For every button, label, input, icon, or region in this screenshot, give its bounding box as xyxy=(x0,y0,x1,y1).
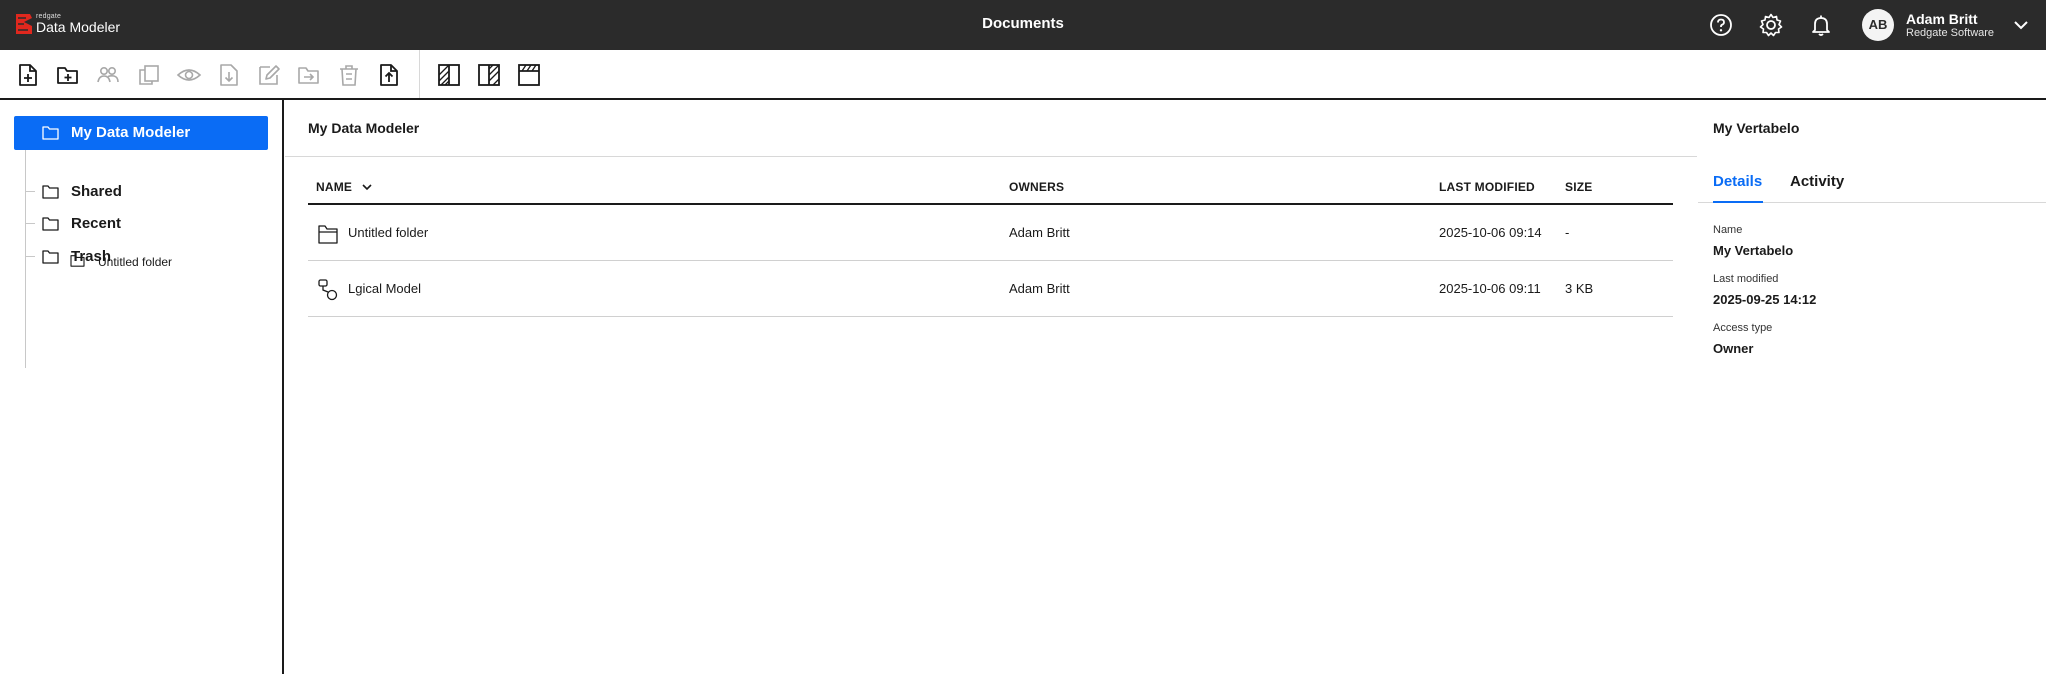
tree-item-label: My Data Modeler xyxy=(71,124,191,141)
user-organization: Redgate Software xyxy=(1906,27,1995,39)
access-type-label: Access type xyxy=(1713,322,1773,334)
column-header-name[interactable]: NAME xyxy=(316,180,352,194)
avatar[interactable]: AB xyxy=(1862,9,1894,41)
layout-left-icon[interactable] xyxy=(436,62,462,88)
tab-activity[interactable]: Activity xyxy=(1790,173,1844,190)
help-icon[interactable] xyxy=(1708,12,1734,38)
details-title: My Vertabelo xyxy=(1713,120,1800,136)
row-size: 3 KB xyxy=(1565,281,1594,296)
logical-model-icon xyxy=(318,279,338,301)
folder-tree-panel: My Data Modeler Untitled folder Shared R… xyxy=(0,100,284,674)
tree-item-recent[interactable]: Recent xyxy=(14,207,268,241)
row-owner: Adam Britt xyxy=(1009,281,1070,296)
breadcrumb[interactable]: My Data Modeler xyxy=(308,120,419,136)
preview-icon[interactable] xyxy=(176,62,202,88)
copy-icon[interactable] xyxy=(136,62,162,88)
redgate-logo-icon xyxy=(16,14,32,34)
chevron-down-icon[interactable] xyxy=(2012,16,2030,34)
last-modified-label: Last modified xyxy=(1713,273,1779,285)
row-modified: 2025-10-06 09:14 xyxy=(1439,225,1542,240)
column-header-size[interactable]: SIZE xyxy=(1565,180,1592,194)
layout-right-icon[interactable] xyxy=(476,62,502,88)
tree-item-label: Shared xyxy=(71,183,122,200)
bell-icon[interactable] xyxy=(1808,12,1834,38)
row-name: Untitled folder xyxy=(348,225,429,240)
toolbar-separator xyxy=(419,50,420,98)
name-label: Name xyxy=(1713,224,1743,236)
table-row[interactable]: Untitled folder Adam Britt 2025-10-06 09… xyxy=(308,205,1673,261)
download-icon[interactable] xyxy=(216,62,242,88)
row-name: Lgical Model xyxy=(348,281,421,296)
tree-item-label: Recent xyxy=(71,215,122,232)
upload-icon[interactable] xyxy=(376,62,402,88)
toolbar xyxy=(0,50,2046,100)
last-modified-value: 2025-09-25 14:12 xyxy=(1713,292,1817,307)
access-type-value: Owner xyxy=(1713,341,1754,356)
name-value: My Vertabelo xyxy=(1713,243,1794,258)
folder-icon xyxy=(42,185,59,199)
new-document-icon[interactable] xyxy=(15,62,41,88)
active-tab-indicator xyxy=(1713,201,1763,203)
column-header-last-modified[interactable]: LAST MODIFIED xyxy=(1439,180,1535,194)
move-icon[interactable] xyxy=(296,62,322,88)
tab-details[interactable]: Details xyxy=(1713,173,1762,190)
folder-icon xyxy=(42,217,59,231)
new-folder-icon[interactable] xyxy=(55,62,81,88)
delete-icon[interactable] xyxy=(336,62,362,88)
tree-item-trash[interactable]: Trash xyxy=(14,240,268,274)
app-logo[interactable]: redgate Data Modeler xyxy=(14,12,124,38)
table-row[interactable]: Lgical Model Adam Britt 2025-10-06 09:11… xyxy=(308,261,1673,317)
page-title: Documents xyxy=(982,15,1064,32)
logo-product: Data Modeler xyxy=(36,19,121,35)
user-name[interactable]: Adam Britt xyxy=(1906,11,1978,27)
layout-top-icon[interactable] xyxy=(516,62,542,88)
tree-item-label: Trash xyxy=(71,248,112,265)
divider xyxy=(285,156,1697,157)
settings-icon[interactable] xyxy=(1758,12,1784,38)
folder-icon xyxy=(318,225,338,244)
folder-icon xyxy=(42,126,59,140)
share-icon[interactable] xyxy=(95,62,121,88)
document-list-panel: My Data Modeler NAME OWNERS LAST MODIFIE… xyxy=(285,100,1697,674)
folder-icon xyxy=(42,250,59,264)
sort-desc-icon[interactable] xyxy=(360,180,374,194)
rename-icon[interactable] xyxy=(256,62,282,88)
details-panel: My Vertabelo Details Activity Name My Ve… xyxy=(1698,100,2046,674)
row-owner: Adam Britt xyxy=(1009,225,1070,240)
row-modified: 2025-10-06 09:11 xyxy=(1439,281,1541,296)
app-header: redgate Data Modeler Documents AB Adam B… xyxy=(0,0,2046,50)
tree-item-my-data-modeler[interactable]: My Data Modeler xyxy=(14,116,268,150)
column-header-owners[interactable]: OWNERS xyxy=(1009,180,1064,194)
tree-item-shared[interactable]: Shared xyxy=(14,175,268,209)
table-header: NAME OWNERS LAST MODIFIED SIZE xyxy=(308,178,1673,205)
row-size: - xyxy=(1565,225,1570,240)
